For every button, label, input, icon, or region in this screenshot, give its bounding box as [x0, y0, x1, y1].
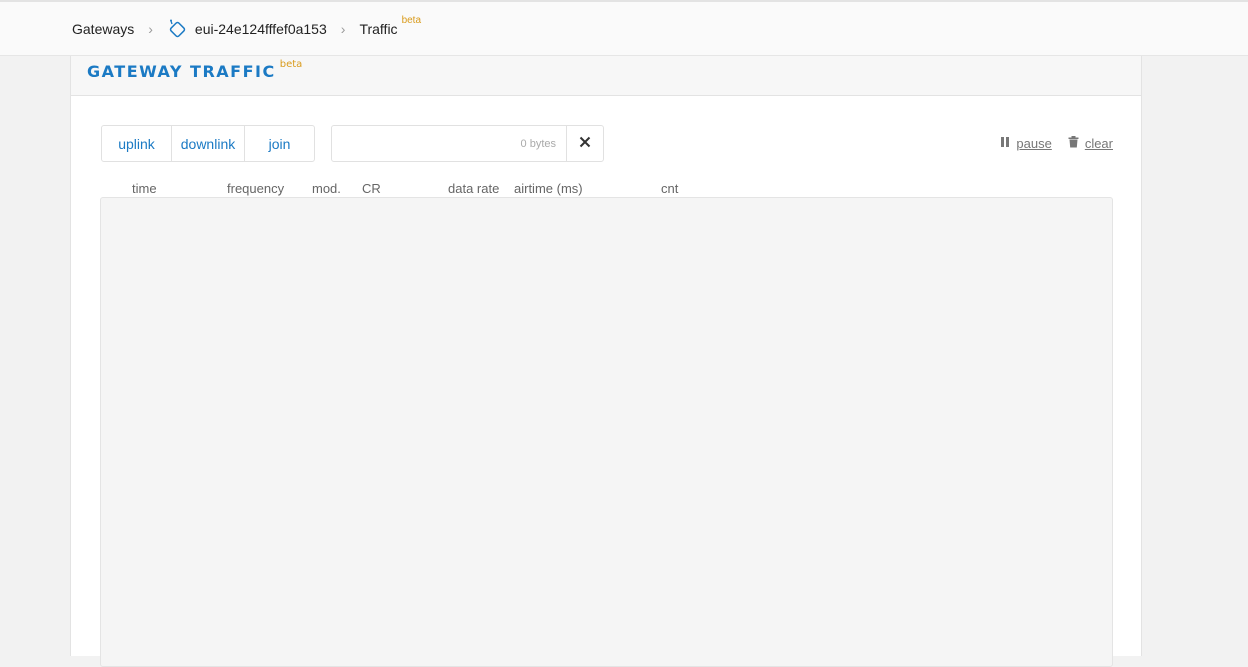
- traffic-panel: GATEWAY TRAFFIC beta uplink downlink join: [70, 56, 1142, 667]
- clear-button[interactable]: clear: [1068, 136, 1113, 151]
- column-header-cnt: cnt: [661, 181, 679, 196]
- traffic-actions: pause clear: [984, 136, 1113, 151]
- breadcrumb: Gateways › eui-24e124fffef0a153 › Traffi…: [72, 2, 421, 56]
- column-header-time: time: [132, 181, 157, 196]
- beta-badge: beta: [401, 14, 422, 26]
- pause-label: pause: [1016, 136, 1052, 151]
- traffic-list[interactable]: [100, 197, 1113, 667]
- close-icon: [579, 135, 591, 153]
- breadcrumb-current: Traffic: [359, 21, 398, 37]
- gateway-icon: [167, 18, 189, 40]
- filter-uplink-button[interactable]: uplink: [102, 126, 172, 161]
- pause-button[interactable]: pause: [1000, 136, 1052, 151]
- column-header-airtime: airtime (ms): [514, 181, 583, 196]
- chevron-right-icon: ›: [148, 21, 153, 37]
- pause-icon: [1000, 136, 1010, 151]
- column-header-data-rate: data rate: [448, 181, 500, 196]
- clear-label: clear: [1084, 136, 1113, 151]
- column-header-cr: CR: [362, 181, 381, 196]
- breadcrumb-gateways[interactable]: Gateways: [72, 21, 134, 37]
- panel-header: GATEWAY TRAFFIC beta: [71, 56, 1141, 96]
- clear-search-button[interactable]: [566, 126, 603, 161]
- traffic-type-filter: uplink downlink join: [101, 125, 315, 162]
- column-header-modulation: mod.: [312, 181, 341, 196]
- filter-join-button[interactable]: join: [245, 126, 314, 161]
- chevron-right-icon: ›: [340, 21, 346, 37]
- traffic-search: [331, 125, 604, 162]
- filter-downlink-button[interactable]: downlink: [172, 126, 245, 161]
- beta-badge: beta: [279, 59, 303, 70]
- search-input[interactable]: [332, 126, 566, 161]
- trash-icon: [1068, 136, 1079, 151]
- breadcrumb-gateway-id[interactable]: eui-24e124fffef0a153: [195, 21, 327, 37]
- panel-title-text: GATEWAY TRAFFIC: [87, 62, 276, 81]
- page-title: GATEWAY TRAFFIC beta: [87, 59, 303, 81]
- top-navigation-bar: Gateways › eui-24e124fffef0a153 › Traffi…: [0, 0, 1248, 56]
- column-header-frequency: frequency: [227, 181, 285, 196]
